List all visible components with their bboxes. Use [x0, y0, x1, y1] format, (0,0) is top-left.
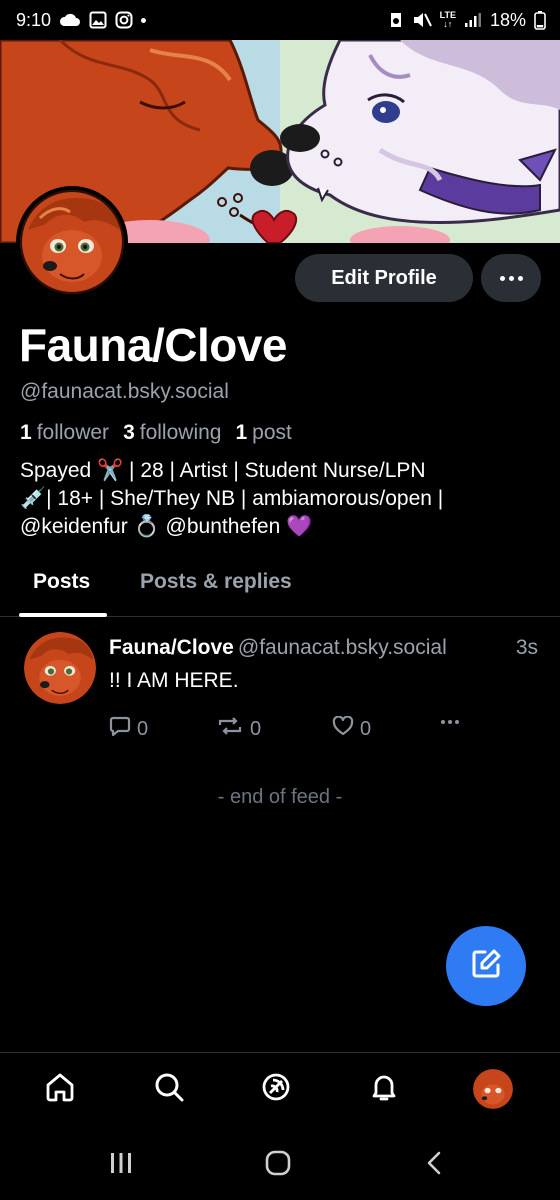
active-tab-indicator: [19, 613, 107, 617]
compose-icon: [469, 947, 503, 986]
instagram-icon: [115, 11, 133, 29]
post-timestamp[interactable]: 3s: [516, 636, 538, 660]
repost-count: 0: [250, 717, 262, 740]
cloud-icon: [59, 13, 81, 27]
post-author-handle[interactable]: @faunacat.bsky.social: [238, 636, 447, 659]
reply-count: 0: [137, 717, 149, 740]
followers-count: 1: [20, 421, 32, 444]
following-label: following: [139, 421, 222, 444]
following-stat[interactable]: 3 following: [123, 421, 221, 445]
status-bar: 9:10 LTE ↓↑ 18%: [0, 0, 560, 40]
gallery-icon: [89, 11, 107, 29]
edit-profile-button[interactable]: Edit Profile: [295, 254, 473, 302]
post-author-name[interactable]: Fauna/Clove: [109, 636, 234, 659]
nav-home[interactable]: [38, 1067, 82, 1111]
ellipsis-icon: [441, 720, 459, 724]
status-time: 9:10: [16, 9, 52, 30]
end-of-feed-label: - end of feed -: [217, 786, 343, 808]
recent-apps-icon: [109, 1152, 133, 1179]
notifications-icon: [368, 1071, 400, 1108]
back-icon: [425, 1151, 445, 1180]
signal-icon: [464, 12, 482, 28]
display-name: Fauna/Clove: [19, 319, 288, 371]
following-count: 3: [123, 421, 135, 444]
post-author-avatar[interactable]: [24, 632, 96, 704]
post-header: Fauna/Clove @faunacat.bsky.social: [109, 636, 447, 660]
bio-line: @keidenfur 💍 @bunthefen 💜: [20, 515, 313, 538]
mute-icon: [412, 11, 432, 29]
alarm-icon: [388, 11, 404, 29]
recent-apps-button[interactable]: [106, 1150, 136, 1180]
status-bar-left: 9:10: [16, 9, 147, 31]
profile-bio: Spayed ✂️ | 28 | Artist | Student Nurse/…: [20, 457, 540, 541]
like-count: 0: [360, 717, 372, 740]
network-type: LTE ↓↑: [440, 11, 456, 29]
notification-dot-icon: [141, 17, 147, 23]
battery-percent: 18%: [489, 9, 526, 30]
like-button[interactable]: 0: [332, 715, 372, 742]
tab-posts[interactable]: Posts: [33, 570, 90, 594]
nav-profile[interactable]: [471, 1067, 515, 1111]
reply-button[interactable]: 0: [109, 716, 148, 742]
posts-stat: 1 post: [235, 421, 291, 445]
ellipsis-icon: [499, 275, 523, 281]
profile-handle: @faunacat.bsky.social: [20, 380, 229, 403]
profile-avatar-mini: [473, 1069, 513, 1109]
bottom-navigation: [0, 1052, 560, 1126]
system-navigation: [0, 1126, 560, 1200]
bio-line: Spayed ✂️ | 28 | Artist | Student Nurse/…: [20, 459, 426, 482]
home-icon: [44, 1071, 76, 1108]
profile-avatar[interactable]: [16, 186, 128, 298]
posts-count: 1: [235, 421, 248, 444]
compose-post-button[interactable]: [446, 926, 526, 1006]
followers-stat[interactable]: 1 follower: [20, 421, 109, 445]
followers-label: follower: [36, 421, 110, 444]
network-arrows: ↓↑: [443, 19, 453, 29]
battery-icon: [534, 10, 546, 30]
post-more-button[interactable]: [441, 720, 459, 724]
tab-posts-and-replies[interactable]: Posts & replies: [140, 570, 292, 594]
nav-feeds[interactable]: [254, 1067, 298, 1111]
reply-icon: [109, 716, 131, 742]
repost-icon: [216, 716, 244, 742]
system-home-button[interactable]: [263, 1150, 293, 1180]
search-icon: [153, 1071, 185, 1108]
home-circle-icon: [265, 1150, 291, 1181]
post-text: !! I AM HERE.: [109, 669, 239, 692]
nav-search[interactable]: [147, 1067, 191, 1111]
heart-icon: [332, 715, 354, 742]
feeds-icon: [260, 1071, 292, 1108]
system-back-button[interactable]: [420, 1150, 450, 1180]
repost-button[interactable]: 0: [216, 716, 261, 742]
profile-stats: 1 follower 3 following 1 post: [20, 421, 292, 445]
bio-line: 💉| 18+ | She/They NB | ambiamorous/open …: [20, 487, 444, 510]
status-bar-right: LTE ↓↑ 18%: [388, 10, 546, 31]
nav-notifications[interactable]: [362, 1067, 406, 1111]
posts-label: post: [252, 421, 292, 444]
more-options-button[interactable]: [481, 254, 541, 302]
profile-tabs: Posts Posts & replies: [0, 560, 560, 617]
post-actions: 0 0 0: [0, 715, 560, 742]
feed-post[interactable]: Fauna/Clove @faunacat.bsky.social 3s !! I…: [0, 618, 560, 758]
